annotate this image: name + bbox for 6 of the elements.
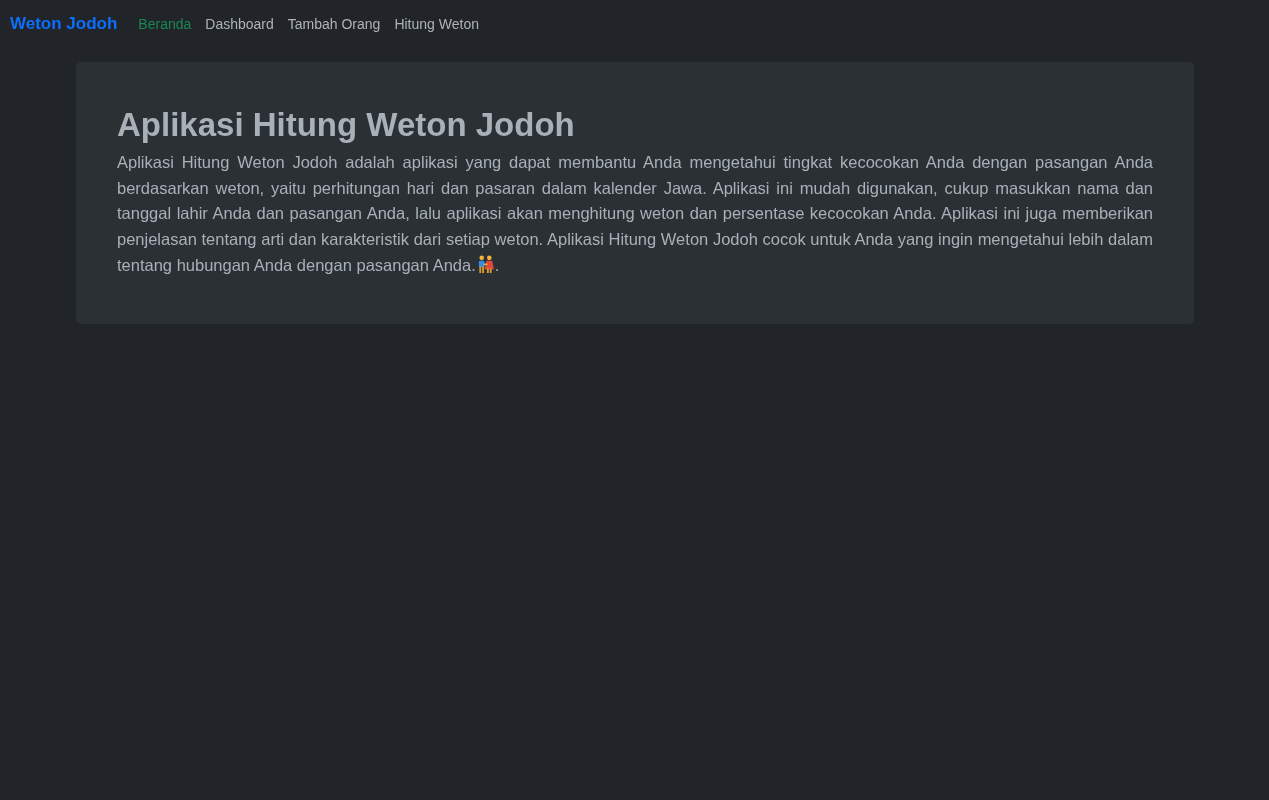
nav-link[interactable]: Hitung Weton (394, 16, 479, 32)
nav-link[interactable]: Tambah Orang (287, 16, 381, 32)
description-text: tentang hubungan Anda dengan pasangan Anda. (117, 255, 476, 274)
page-title: Aplikasi Hitung Weton Jodoh (117, 106, 576, 144)
nav-link[interactable]: Dashboard (205, 16, 274, 32)
period-text: . (494, 255, 500, 274)
